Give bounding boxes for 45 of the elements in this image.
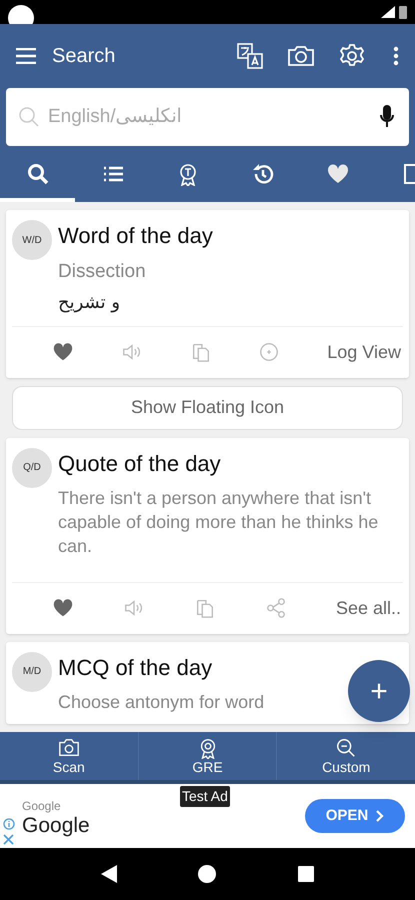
app-title: Search	[52, 44, 116, 69]
translate-icon[interactable]	[237, 43, 263, 69]
link[interactable]: See all..	[336, 594, 401, 622]
ad-banner[interactable]: Test Ad Google Google OPEN	[0, 784, 415, 848]
more-icon[interactable]	[393, 46, 399, 66]
menu-icon[interactable]	[16, 48, 36, 64]
nav-button[interactable]: Scan	[0, 732, 138, 780]
search-icon	[26, 162, 50, 186]
camera-icon[interactable]	[287, 44, 315, 68]
word-text: Dissection	[58, 260, 146, 284]
microphone-icon[interactable]	[379, 105, 395, 129]
zoom-icon	[335, 737, 358, 759]
show-floating-icon-button[interactable]: Show Floating Icon	[12, 386, 403, 430]
recents-icon[interactable]	[298, 866, 314, 882]
signal-icon	[381, 6, 395, 18]
avatar-badge: Q/D	[12, 448, 52, 488]
body-text: Choose antonym for word	[58, 690, 264, 714]
home-icon[interactable]	[198, 865, 216, 883]
link[interactable]: Log View	[327, 338, 401, 366]
ad-label: Test Ad	[180, 786, 230, 807]
battery-icon	[399, 5, 407, 19]
ad-title: Google	[22, 814, 90, 836]
avatar-badge: W/D	[12, 220, 52, 260]
heart-icon	[326, 162, 350, 186]
history-icon	[250, 162, 274, 186]
settings-icon[interactable]	[339, 43, 365, 69]
open-button[interactable]: OPEN	[305, 799, 405, 833]
info-icon[interactable]	[3, 818, 15, 830]
advertiser-name: Google	[22, 798, 62, 814]
card-title: MCQ of the day	[58, 654, 212, 682]
translation-text: و تشریح	[58, 290, 120, 314]
close-icon[interactable]	[3, 834, 14, 845]
card-title: Quote of the day	[58, 450, 221, 478]
avatar-badge: M/D	[12, 652, 52, 692]
nav-button[interactable]: Custom	[276, 732, 415, 780]
card-title: Word of the day	[58, 222, 213, 250]
chevron-icon	[376, 810, 384, 822]
search-icon	[18, 106, 40, 128]
back-icon[interactable]	[100, 865, 117, 883]
camera-icon	[58, 737, 80, 759]
nav-button[interactable]: GRE	[138, 732, 276, 780]
body-text: There isn't a person anywhere that isn't capable of doing more than he thinks he can.	[58, 486, 380, 558]
heart-icon[interactable]	[52, 597, 74, 619]
search-field[interactable]: English/انکلیسی	[6, 88, 409, 146]
heart-icon[interactable]	[52, 341, 74, 363]
